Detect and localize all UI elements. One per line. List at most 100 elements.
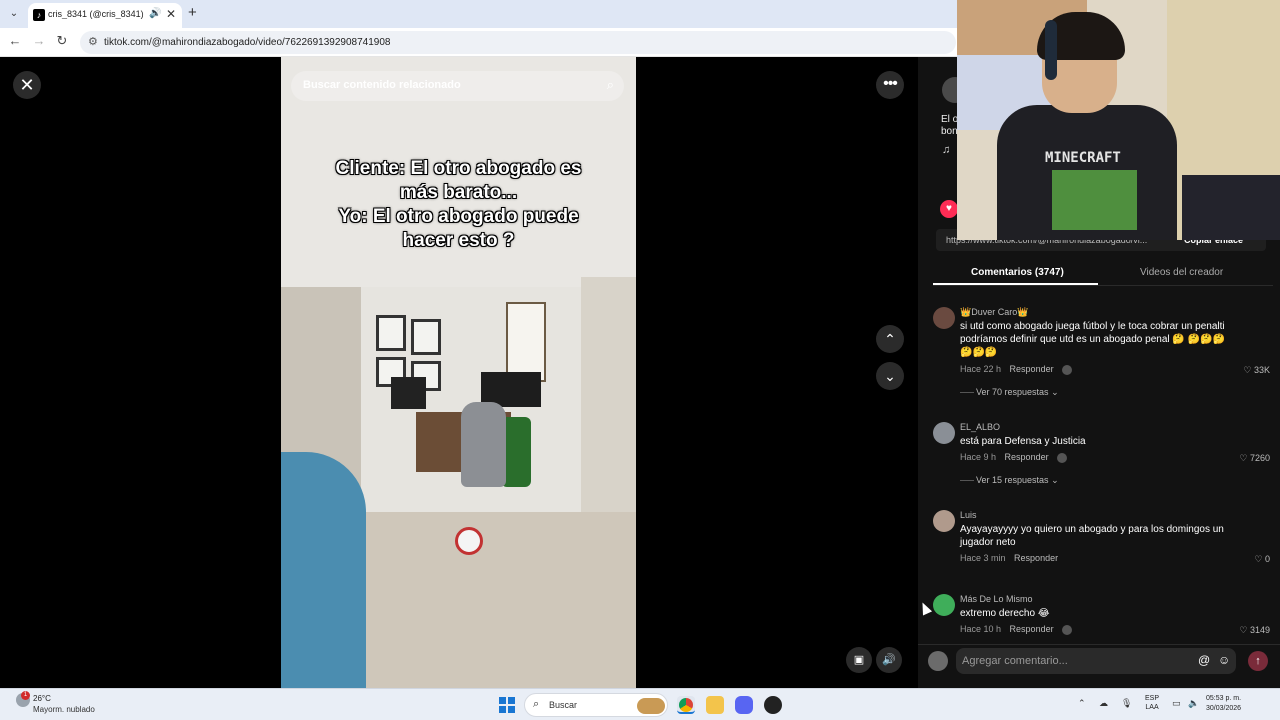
start-tile xyxy=(499,706,506,713)
video-frame-ball xyxy=(455,527,483,555)
webcam-arm xyxy=(1182,175,1280,240)
weather-temperature[interactable]: 26°C xyxy=(33,694,51,703)
emoji-icon[interactable]: ☺ xyxy=(1218,653,1230,667)
next-video-button[interactable]: ⌄ xyxy=(876,362,904,390)
weather-condition[interactable]: Mayorm. nublado xyxy=(33,705,95,714)
microphone-icon[interactable]: 🎙 xyxy=(1121,698,1132,709)
tab-creator-videos[interactable]: Videos del creador xyxy=(1140,267,1223,278)
windows-start-icon[interactable] xyxy=(499,697,515,713)
search-icon[interactable]: ⌕ xyxy=(607,77,614,93)
site-info-icon[interactable]: ⚙ xyxy=(88,35,98,48)
comment-list: 👑Duver Caro👑 si utd como abogado juega f… xyxy=(918,297,1280,635)
like-count: 0 xyxy=(1264,554,1270,564)
comment-text: si utd como abogado juega fútbol y le to… xyxy=(960,321,1225,358)
video-frame-sofa xyxy=(281,452,366,688)
chrome-logo xyxy=(679,698,693,712)
new-tab-button[interactable]: + xyxy=(188,4,197,21)
comment-like[interactable]: ♡ 33K xyxy=(1243,365,1270,376)
comment-like[interactable]: ♡ 0 xyxy=(1254,554,1270,565)
comment-input[interactable] xyxy=(956,648,1236,674)
tab-comments[interactable]: Comentarios (3747) xyxy=(971,267,1064,278)
comment-text: está para Defensa y Justicia xyxy=(960,436,1086,447)
related-search-placeholder: Buscar contenido relacionado xyxy=(303,79,461,91)
comment-text: extremo derecho 😂 xyxy=(960,608,1050,619)
webcam-shirt-art xyxy=(1052,170,1137,230)
comment-username[interactable]: Luis xyxy=(960,510,977,520)
search-highlight-icon xyxy=(637,698,665,714)
tiktok-icon: ♪ xyxy=(33,9,45,21)
music-note-icon[interactable]: ♫ xyxy=(942,144,950,156)
comment-meta: Hace 22 h Responder xyxy=(960,364,1073,375)
video-frame-wall-right xyxy=(581,277,636,537)
tab-search-icon[interactable]: ⌄ xyxy=(6,6,22,22)
chrome-icon[interactable] xyxy=(677,696,695,714)
reply-button[interactable]: Responder xyxy=(1014,553,1058,563)
webcam-headset xyxy=(1045,20,1057,80)
audio-playing-icon[interactable]: 🔊 xyxy=(149,8,161,19)
comment-username[interactable]: EL_ALBO xyxy=(960,422,1000,432)
heart-outline-icon[interactable]: ♡ xyxy=(1243,365,1251,375)
view-replies-button[interactable]: Ver 15 respuestas ⌄ xyxy=(976,475,1059,486)
mention-icon[interactable]: @ xyxy=(1198,653,1210,667)
like-heart-icon[interactable]: ♥ xyxy=(940,200,958,218)
previous-video-button[interactable]: ⌃ xyxy=(876,325,904,353)
more-options-button[interactable]: ••• xyxy=(876,71,904,99)
send-comment-button[interactable]: ↑ xyxy=(1248,651,1268,671)
chevron-down-icon: ⌄ xyxy=(1051,387,1059,397)
like-count: 3149 xyxy=(1249,625,1270,635)
creator-liked-icon xyxy=(1062,364,1073,375)
network-icon[interactable]: ▭ xyxy=(1172,698,1181,709)
avatar[interactable] xyxy=(933,510,955,532)
taskbar-search[interactable]: ⌕ Buscar xyxy=(524,693,668,717)
reload-icon[interactable]: ↻ xyxy=(53,33,71,49)
show-hidden-icons-icon[interactable]: ⌃ xyxy=(1078,698,1086,709)
avatar[interactable] xyxy=(933,422,955,444)
clock[interactable]: 05:53 p. m. 30/03/2026 xyxy=(1206,694,1241,714)
url-text: tiktok.com/@mahirondiazabogado/video/762… xyxy=(104,37,391,48)
view-replies-button[interactable]: Ver 70 respuestas ⌄ xyxy=(976,387,1059,398)
cloud-icon[interactable]: ☁ xyxy=(1099,698,1108,709)
reply-button[interactable]: Responder xyxy=(1005,452,1049,462)
tab-close-icon[interactable]: ✕ xyxy=(166,7,176,21)
back-icon[interactable]: ← xyxy=(6,33,24,48)
comment-username[interactable]: 👑Duver Caro👑 xyxy=(960,307,1028,318)
address-bar[interactable]: ⚙ tiktok.com/@mahirondiazabogado/video/7… xyxy=(80,31,956,54)
view-replies-label: Ver 15 respuestas xyxy=(976,475,1049,485)
comment-time: Hace 22 h xyxy=(960,364,1002,374)
webcam-shirt-logo: MINECRAFT xyxy=(1045,150,1121,166)
active-tab-indicator xyxy=(933,283,1098,285)
related-search-input[interactable]: Buscar contenido relacionado ⌕ xyxy=(291,71,624,101)
discord-icon[interactable] xyxy=(735,696,753,714)
speaker-icon[interactable]: 🔈 xyxy=(1188,698,1199,709)
comment-username[interactable]: Más De Lo Mismo xyxy=(960,594,1033,604)
close-video-button[interactable]: ✕ xyxy=(13,71,41,99)
browser-tab[interactable]: ♪ cris_8341 (@cris_8341) | Tik 🔊 ✕ xyxy=(28,3,182,28)
tab-title: cris_8341 (@cris_8341) | Tik xyxy=(48,9,146,19)
video-player[interactable]: Buscar contenido relacionado ⌕ Cliente: … xyxy=(281,57,636,688)
start-tile xyxy=(508,697,515,704)
heart-outline-icon[interactable]: ♡ xyxy=(1239,453,1247,463)
mini-player-icon[interactable]: ▣ xyxy=(846,647,872,673)
start-tile xyxy=(499,697,506,704)
forward-icon[interactable]: → xyxy=(30,33,48,48)
like-count: 33K xyxy=(1253,365,1270,375)
avatar[interactable] xyxy=(928,651,948,671)
heart-outline-icon[interactable]: ♡ xyxy=(1254,554,1262,564)
language-indicator[interactable]: ESP LAA xyxy=(1145,694,1159,712)
comment-time: Hace 10 h xyxy=(960,624,1002,634)
video-frame-person xyxy=(461,402,506,487)
comment-like[interactable]: ♡ 7260 xyxy=(1239,453,1270,464)
obs-icon[interactable] xyxy=(764,696,782,714)
avatar[interactable] xyxy=(933,307,955,329)
comment-meta: Hace 9 h Responder xyxy=(960,452,1068,463)
video-caption: Cliente: El otro abogado es más barato..… xyxy=(335,158,582,251)
reply-button[interactable]: Responder xyxy=(1010,364,1054,374)
heart-outline-icon[interactable]: ♡ xyxy=(1239,625,1247,635)
avatar[interactable] xyxy=(933,594,955,616)
volume-icon[interactable]: 🔊 xyxy=(876,647,902,673)
comment-like[interactable]: ♡ 3149 xyxy=(1239,625,1270,635)
view-replies-label: Ver 70 respuestas xyxy=(976,387,1049,397)
file-explorer-icon[interactable] xyxy=(706,696,724,714)
reply-button[interactable]: Responder xyxy=(1010,624,1054,634)
chevron-down-icon: ⌄ xyxy=(1051,475,1059,485)
